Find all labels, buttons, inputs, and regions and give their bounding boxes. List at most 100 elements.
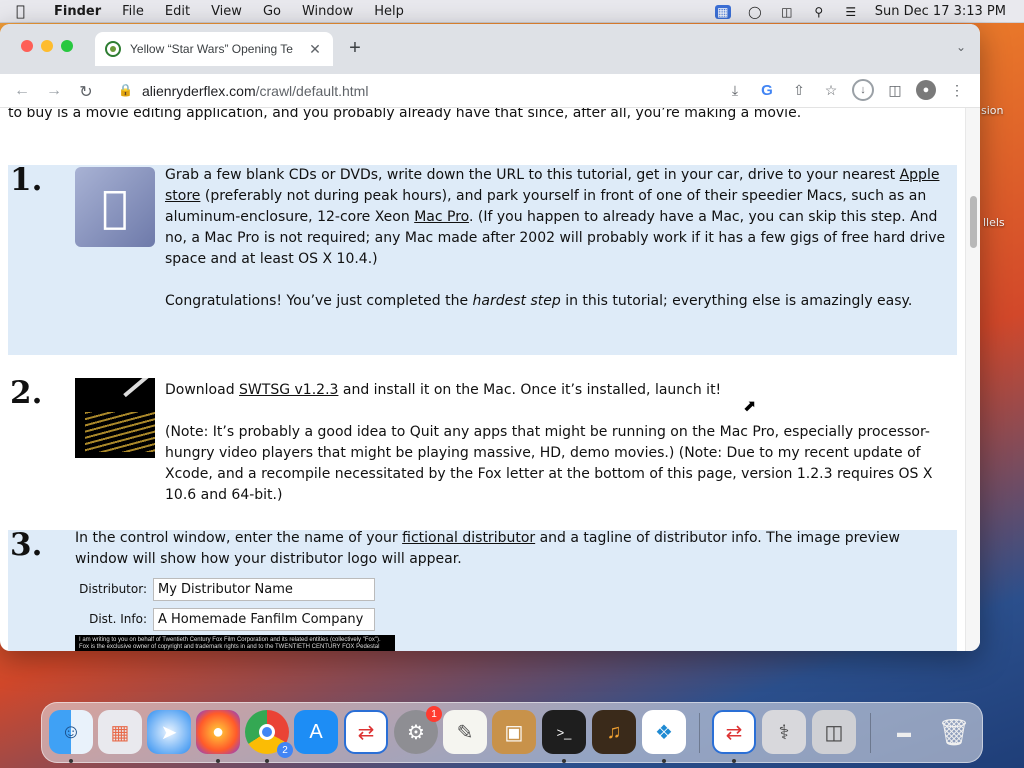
- address-bar[interactable]: alienryderflex.com/crawl/default.html: [142, 83, 368, 99]
- finder-running-dot: [69, 759, 73, 763]
- close-window-button[interactable]: [21, 40, 33, 52]
- profile-avatar-icon[interactable]: ●: [916, 80, 936, 100]
- chrome-profile-badge: 2: [277, 742, 293, 758]
- step-2-paragraph-1: Download SWTSG v1.2.3 and install it on …: [165, 380, 957, 401]
- search-icon[interactable]: ⚲: [811, 5, 827, 19]
- intro-text: to buy is a movie editing application, a…: [8, 108, 802, 121]
- remote-desktop-icon[interactable]: ⇄: [344, 710, 388, 754]
- textedit-icon[interactable]: ✎: [443, 710, 487, 754]
- menu-finder[interactable]: Finder: [54, 4, 101, 19]
- step-2-paragraph-2: (Note: It’s probably a good idea to Quit…: [165, 424, 933, 503]
- step-2-text-b: and install it on the Mac. Once it’s ins…: [338, 382, 722, 398]
- swtsg-download-link[interactable]: SWTSG v1.2.3: [239, 382, 338, 398]
- garageband-icon[interactable]: ♫: [592, 710, 636, 754]
- launchpad-icon[interactable]: ▦: [98, 710, 142, 754]
- site-favicon-icon: [105, 41, 121, 57]
- installer-icon[interactable]: ▣: [492, 710, 536, 754]
- more-menu-icon[interactable]: ⋮: [946, 79, 968, 101]
- new-tab-button[interactable]: +: [345, 37, 365, 60]
- menu-clock[interactable]: Sun Dec 17 3:13 PM: [875, 4, 1006, 19]
- crawl-thumbnail-image: [75, 378, 155, 458]
- step-1: 1.  Grab a few blank CDs or DVDs, write…: [8, 165, 957, 355]
- browser-toolbar: ← → ↻ 🔒 alienryderflex.com/crawl/default…: [0, 74, 980, 108]
- step-2-body: Download SWTSG v1.2.3 and install it on …: [165, 380, 957, 527]
- migration-icon[interactable]: ◫: [812, 710, 856, 754]
- dist-info-input[interactable]: A Homemade Fanfilm Company: [153, 608, 375, 631]
- menu-file[interactable]: File: [122, 4, 144, 19]
- step-3-number: 3.: [10, 527, 43, 563]
- apple-logo-image: : [75, 167, 155, 247]
- control-center-icon[interactable]: ☰: [843, 5, 859, 19]
- tab-active[interactable]: Yellow “Star Wars” Opening Te ✕: [95, 32, 333, 66]
- distributor-input[interactable]: My Distributor Name: [153, 578, 375, 601]
- disk-utility-icon[interactable]: ⚕: [762, 710, 806, 754]
- chrome-running-dot: [265, 759, 269, 763]
- step-1-number: 1.: [10, 162, 43, 198]
- reload-button[interactable]: ↻: [77, 82, 95, 102]
- distributor-row: Distributor: My Distributor Name: [75, 578, 375, 601]
- vscode-icon[interactable]: ❖: [642, 710, 686, 754]
- download-icon[interactable]: ⤓: [724, 79, 746, 101]
- bookmark-star-icon[interactable]: ☆: [820, 79, 842, 101]
- dock-separator-2: [870, 713, 871, 753]
- remote-desktop-2-running-dot: [732, 759, 736, 763]
- terminal-icon[interactable]: >_: [542, 710, 586, 754]
- forward-button[interactable]: →: [45, 82, 63, 100]
- menu-edit[interactable]: Edit: [165, 4, 190, 19]
- app-store-icon[interactable]: A: [294, 710, 338, 754]
- terminal-running-dot: [562, 759, 566, 763]
- step-1-congrats-b: in this tutorial; everything else is ama…: [560, 293, 913, 309]
- step-3-paragraph-1: In the control window, enter the name of…: [75, 528, 957, 570]
- menu-bar:  Finder File Edit View Go Window Help ▦…: [0, 0, 1024, 23]
- step-3: 3. In the control window, enter the name…: [8, 530, 957, 651]
- chrome-icon[interactable]: 2: [245, 710, 293, 758]
- system-settings-icon[interactable]: ⚙ 1: [394, 706, 442, 754]
- safari-icon[interactable]: ➤: [147, 710, 191, 754]
- zoom-window-button[interactable]: [61, 40, 73, 52]
- window-controls: [21, 40, 73, 52]
- desktop-label-2[interactable]: llels: [983, 216, 1005, 229]
- accessibility-icon[interactable]: ◯: [747, 5, 763, 19]
- url-host: alienryderflex.com: [142, 83, 256, 99]
- scrollbar-thumb[interactable]: [970, 196, 977, 248]
- dist-info-row: Dist. Info: A Homemade Fanfilm Company: [75, 608, 375, 631]
- page-viewport: to buy is a movie editing application, a…: [0, 108, 965, 651]
- menu-help[interactable]: Help: [374, 4, 404, 19]
- step-3-text-a: In the control window, enter the name of…: [75, 530, 403, 546]
- fictional-distributor-link[interactable]: fictional distributor: [402, 530, 535, 546]
- settings-badge: 1: [426, 706, 442, 722]
- vscode-running-dot: [662, 759, 666, 763]
- crawl-text-stripes: [85, 412, 155, 452]
- step-1-paragraph-2: Congratulations! You’ve just completed t…: [165, 291, 957, 312]
- tab-close-icon[interactable]: ✕: [307, 41, 323, 58]
- mac-pro-link[interactable]: Mac Pro: [414, 209, 469, 225]
- brush-icon: [123, 378, 149, 398]
- side-panel-icon[interactable]: ◫: [884, 79, 906, 101]
- google-lens-icon[interactable]: G: [756, 79, 778, 101]
- firefox-running-dot: [216, 759, 220, 763]
- page-scrollbar[interactable]: [965, 108, 980, 651]
- apple-menu-icon[interactable]: : [16, 2, 38, 20]
- tab-title: Yellow “Star Wars” Opening Te: [130, 42, 293, 56]
- menu-window[interactable]: Window: [302, 4, 353, 19]
- tab-search-chevron-icon[interactable]: ⌄: [956, 40, 966, 54]
- finder-icon[interactable]: ☺: [49, 710, 93, 754]
- trash-icon[interactable]: 🗑: [932, 710, 976, 754]
- menu-view[interactable]: View: [211, 4, 242, 19]
- downloads-stack-icon[interactable]: ▬: [882, 710, 926, 754]
- desktop-label-1[interactable]: sion: [981, 104, 1004, 117]
- screen-share-icon[interactable]: ▦: [714, 4, 731, 19]
- extension-download-icon[interactable]: ↓: [852, 79, 874, 101]
- firefox-icon[interactable]: ●: [196, 710, 240, 754]
- remote-desktop-2-icon[interactable]: ⇄: [712, 710, 756, 754]
- menu-go[interactable]: Go: [263, 4, 281, 19]
- step-2-number: 2.: [10, 375, 43, 411]
- share-icon[interactable]: ⇧: [788, 79, 810, 101]
- lock-icon[interactable]: 🔒: [118, 83, 133, 97]
- fox-letter-preview-image: I am writing to you on behalf of Twentie…: [75, 635, 395, 651]
- minimize-window-button[interactable]: [41, 40, 53, 52]
- back-button[interactable]: ←: [13, 82, 31, 100]
- browser-window: Yellow “Star Wars” Opening Te ✕ + ⌄ ← → …: [0, 24, 980, 651]
- window-icon[interactable]: ◫: [779, 5, 795, 19]
- step-1-paragraph-1: Grab a few blank CDs or DVDs, write down…: [165, 165, 957, 270]
